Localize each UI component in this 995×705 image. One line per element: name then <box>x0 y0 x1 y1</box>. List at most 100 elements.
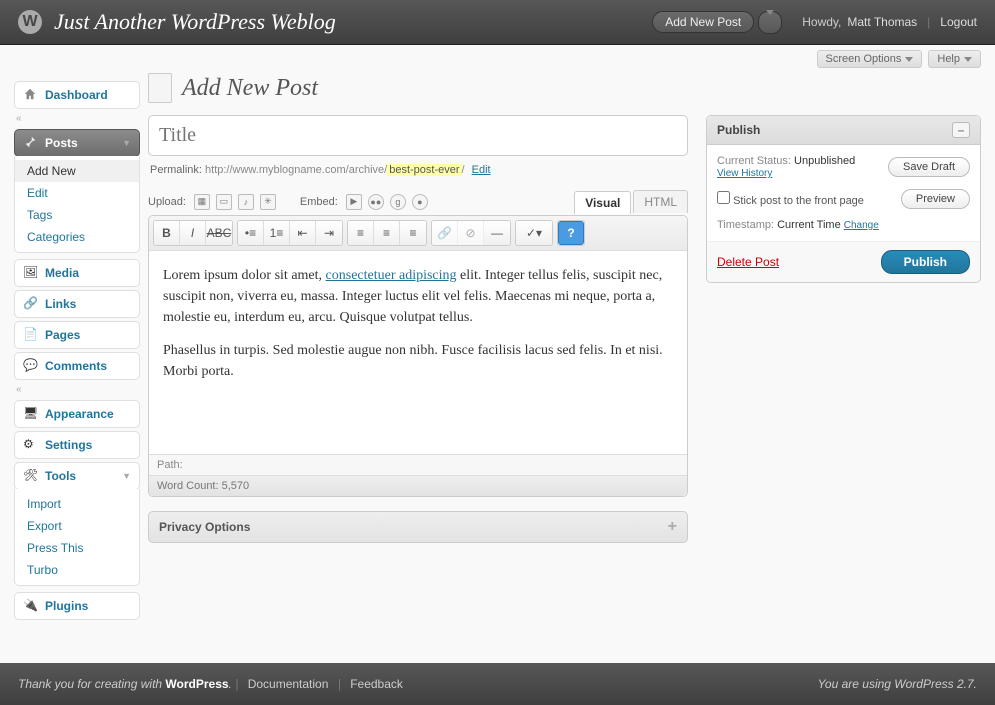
path-label: Path: <box>157 459 183 471</box>
bold-button[interactable]: B <box>154 221 180 245</box>
logout-link[interactable]: Logout <box>940 15 977 29</box>
privacy-options-panel[interactable]: Privacy Options + <box>148 511 688 543</box>
sidebar-item-links[interactable]: 🔗 Links <box>14 290 140 318</box>
link-button[interactable]: 🔗 <box>432 221 458 245</box>
sidebar-item-label: Links <box>45 297 131 311</box>
site-title[interactable]: Just Another WordPress Weblog <box>54 9 652 35</box>
submenu-item-turbo[interactable]: Turbo <box>15 559 139 581</box>
posts-submenu: Add New Edit Tags Categories <box>14 156 140 253</box>
save-draft-button[interactable]: Save Draft <box>888 157 970 177</box>
sidebar-item-tools[interactable]: 🛠Tools▼ <box>14 462 140 490</box>
stick-post-label[interactable]: Stick post to the front page <box>717 195 864 207</box>
spellcheck-button[interactable]: ✓▾ <box>516 221 552 245</box>
media-icon: 🖼 <box>23 265 39 281</box>
collapse-toggle-icon[interactable]: – <box>952 122 970 138</box>
change-timestamp-link[interactable]: Change <box>844 220 879 231</box>
embed-flickr-icon[interactable]: ●● <box>368 194 384 210</box>
page-title: Add New Post <box>182 75 318 102</box>
editor-text: Phasellus in turpis. Sed molestie augue … <box>163 340 673 382</box>
sidebar-item-label: Posts <box>45 136 122 150</box>
sidebar-item-comments[interactable]: 💬Comments <box>14 352 140 380</box>
sidebar-item-plugins[interactable]: 🔌Plugins <box>14 592 140 620</box>
permalink-tail: / <box>462 164 465 176</box>
expand-plus-icon[interactable]: + <box>668 518 677 536</box>
tab-visual[interactable]: Visual <box>574 191 631 214</box>
sidebar-item-pages[interactable]: 📄Pages <box>14 321 140 349</box>
more-button[interactable]: — <box>484 221 510 245</box>
tools-icon: 🛠 <box>23 468 39 484</box>
page-header: Add New Post <box>148 73 981 103</box>
editor-mode-tabs: Visual HTML <box>572 190 688 213</box>
permalink-slug[interactable]: best-post-ever <box>387 164 461 176</box>
username-link[interactable]: Matt Thomas <box>847 15 917 29</box>
gear-icon: ⚙ <box>23 437 39 453</box>
submenu-item-add-new[interactable]: Add New <box>15 160 139 182</box>
editor-content[interactable]: Lorem ipsum dolor sit amet, consectetuer… <box>149 251 687 454</box>
help-label: Help <box>937 53 960 65</box>
upload-label: Upload: <box>148 196 186 208</box>
house-icon <box>23 87 39 103</box>
page-icon: 📄 <box>23 327 39 343</box>
sidebar-item-label: Dashboard <box>45 88 131 102</box>
admin-header: W Just Another WordPress Weblog Add New … <box>0 0 995 45</box>
sidebar-item-media[interactable]: 🖼Media <box>14 259 140 287</box>
submenu-item-export[interactable]: Export <box>15 515 139 537</box>
feedback-link[interactable]: Feedback <box>350 677 403 691</box>
submenu-item-press-this[interactable]: Press This <box>15 537 139 559</box>
sidebar-item-settings[interactable]: ⚙Settings <box>14 431 140 459</box>
post-title-input[interactable] <box>148 115 688 156</box>
screen-options-button[interactable]: Screen Options <box>817 50 923 68</box>
collapse-menu-icon[interactable]: « <box>16 113 28 125</box>
sidebar-item-posts[interactable]: Posts ▼ <box>14 129 140 157</box>
submenu-item-import[interactable]: Import <box>15 493 139 515</box>
chevron-down-icon <box>766 10 774 30</box>
publish-panel-header[interactable]: Publish – <box>707 116 980 145</box>
collapse-menu-icon[interactable]: « <box>16 384 28 396</box>
preview-button[interactable]: Preview <box>901 189 970 209</box>
tab-html[interactable]: HTML <box>633 190 688 213</box>
italic-button[interactable]: I <box>180 221 206 245</box>
sidebar-item-label: Appearance <box>45 407 131 421</box>
appearance-icon: 🖥 <box>23 406 39 422</box>
embed-youtube-icon[interactable]: ▶ <box>346 194 362 210</box>
align-left-button[interactable]: ≡ <box>348 221 374 245</box>
screen-meta-bar: Screen Options Help <box>0 45 995 73</box>
number-list-button[interactable]: 1≡ <box>264 221 290 245</box>
submenu-item-tags[interactable]: Tags <box>15 204 139 226</box>
howdy-text: Howdy, <box>802 15 841 29</box>
align-center-button[interactable]: ≡ <box>374 221 400 245</box>
word-count-value: 5,570 <box>222 480 250 492</box>
upload-audio-icon[interactable]: ♪ <box>238 194 254 210</box>
outdent-button[interactable]: ⇤ <box>290 221 316 245</box>
sidebar-item-dashboard[interactable]: Dashboard <box>14 81 140 109</box>
publish-button[interactable]: Publish <box>881 250 970 274</box>
sidebar-item-appearance[interactable]: 🖥 Appearance <box>14 400 140 428</box>
wordpress-logo-icon[interactable]: W <box>18 10 42 34</box>
add-new-post-header-button[interactable]: Add New Post <box>652 11 754 33</box>
embed-other-icon[interactable]: ● <box>412 194 428 210</box>
documentation-link[interactable]: Documentation <box>248 677 329 691</box>
editor-link[interactable]: consectetuer adipiscing <box>326 268 457 283</box>
align-right-button[interactable]: ≡ <box>400 221 426 245</box>
delete-post-link[interactable]: Delete Post <box>717 255 779 269</box>
sidebar-item-label: Plugins <box>45 599 131 613</box>
help-button[interactable]: Help <box>928 50 981 68</box>
editor-toolbar: B I ABC •≡ 1≡ ⇤ ⇥ ≡ ≡ <box>149 216 687 251</box>
tools-submenu: Import Export Press This Turbo <box>14 489 140 586</box>
upload-video-icon[interactable]: ▭ <box>216 194 232 210</box>
strike-button[interactable]: ABC <box>206 221 232 245</box>
unlink-button[interactable]: ⊘ <box>458 221 484 245</box>
embed-google-icon[interactable]: g <box>390 194 406 210</box>
edit-permalink-link[interactable]: Edit <box>472 164 491 176</box>
link-icon: 🔗 <box>23 296 39 312</box>
view-history-link[interactable]: View History <box>717 168 772 179</box>
submenu-item-edit[interactable]: Edit <box>15 182 139 204</box>
upload-image-icon[interactable]: ▦ <box>194 194 210 210</box>
upload-media-icon[interactable]: ✳ <box>260 194 276 210</box>
indent-button[interactable]: ⇥ <box>316 221 342 245</box>
stick-post-checkbox[interactable] <box>717 191 730 204</box>
submenu-item-categories[interactable]: Categories <box>15 226 139 248</box>
editor-help-button[interactable]: ? <box>558 221 584 245</box>
add-new-dropdown-button[interactable] <box>758 11 782 34</box>
bullet-list-button[interactable]: •≡ <box>238 221 264 245</box>
